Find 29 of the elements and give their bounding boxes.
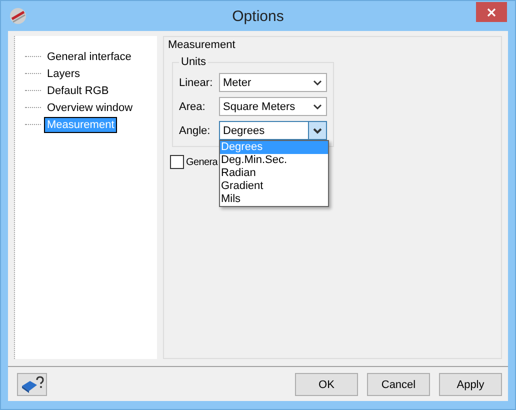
field-label: Linear:	[179, 76, 214, 88]
tree-item[interactable]: Default RGB	[45, 84, 111, 98]
field-label: Area:	[179, 100, 206, 112]
close-icon	[487, 8, 496, 16]
app-logo-icon	[9, 7, 27, 25]
help-button[interactable]	[17, 373, 47, 396]
checkbox-label: Genera	[186, 156, 218, 168]
dialog-button[interactable]: Cancel	[367, 373, 430, 396]
dialog-button[interactable]: OK	[295, 373, 358, 396]
field-label: Angle:	[179, 124, 212, 136]
tree-item[interactable]: Layers	[45, 66, 82, 80]
close-button[interactable]	[476, 2, 507, 22]
dropdown-option[interactable]: Radian	[220, 167, 328, 180]
dialog-button[interactable]: Apply	[439, 373, 502, 396]
chevron-down-icon	[313, 80, 322, 86]
chevron-down-icon	[313, 128, 322, 134]
dropdown[interactable]: Meter	[219, 73, 327, 92]
group-title: Units	[180, 56, 208, 68]
tree-item[interactable]: Overview window	[45, 100, 135, 114]
group-title: Measurement	[168, 39, 236, 51]
dropdown-option[interactable]: Mils	[220, 193, 328, 206]
chevron-down-icon	[313, 104, 322, 110]
dropdown[interactable]: Square Meters	[219, 97, 327, 116]
dropdown-option[interactable]: Deg.Min.Sec.	[220, 154, 328, 167]
tree-item[interactable]: General interface	[45, 50, 134, 64]
checkbox[interactable]	[170, 155, 184, 169]
window-title: Options	[232, 8, 284, 24]
book-help-icon	[20, 376, 44, 394]
dropdown-option[interactable]: Gradient	[220, 180, 328, 193]
